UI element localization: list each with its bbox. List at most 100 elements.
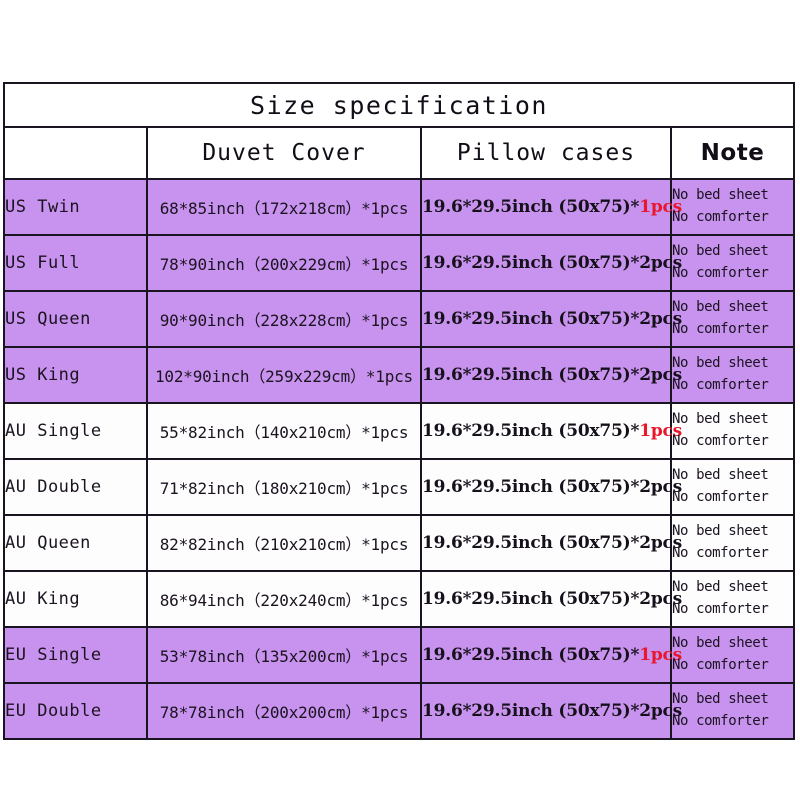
title-row: Size specification [3,82,795,128]
size-label: AU Queen [5,533,91,553]
cell-note: No bed sheet No comforter [670,570,795,628]
size-label: EU Single [5,645,102,665]
cell-size: AU King [3,570,148,628]
size-label: US Queen [5,309,91,329]
note-line: No bed sheet [672,523,769,540]
size-specification-table: Size specification Duvet Cover Pillow ca… [3,82,795,740]
table-row: US Queen 90*90inch（228x228cm）*1pcs 19.6*29… [3,290,795,348]
duvet-cover-spec: 102*90inch（259x229cm）*1pcs [155,367,413,386]
note-line: No bed sheet [672,635,769,652]
table-row: EU Single 53*78inch（135x200cm）*1pcs 19.6*2… [3,626,795,684]
pillow-case-dimensions: 19.6*29.5inch (50x75)* [422,253,640,273]
cell-duvet-cover: 102*90inch（259x229cm）*1pcs [146,346,422,404]
column-header-pillow-cases: Pillow cases [420,126,672,180]
table-row: US Full 78*90inch（200x229cm）*1pcs 19.6*29.… [3,234,795,292]
cell-pillow-cases: 19.6*29.5inch (50x75)*2pcs [420,458,682,516]
pillow-case-dimensions: 19.6*29.5inch (50x75)* [422,197,640,217]
cell-note: No bed sheet No comforter [670,514,795,572]
cell-duvet-cover: 55*82inch（140x210cm）*1pcs [146,402,422,460]
table-row: US Twin 68*85inch（172x218cm）*1pcs 19.6*29.… [3,178,795,236]
cell-size: EU Double [3,682,148,740]
size-label: EU Double [5,701,102,721]
cell-duvet-cover: 90*90inch（228x228cm）*1pcs [146,290,422,348]
note-line: No bed sheet [672,467,769,484]
cell-duvet-cover: 53*78inch（135x200cm）*1pcs [146,626,422,684]
cell-pillow-cases: 19.6*29.5inch (50x75)*2pcs [420,514,682,572]
cell-pillow-cases: 19.6*29.5inch (50x75)*2pcs [420,290,682,348]
note-line: No comforter [672,545,769,561]
cell-duvet-cover: 86*94inch（220x240cm）*1pcs [146,570,422,628]
cell-size: US Queen [3,290,148,348]
cell-size: AU Queen [3,514,148,572]
cell-note: No bed sheet No comforter [670,682,795,740]
note-line: No bed sheet [672,691,769,708]
cell-pillow-cases: 19.6*29.5inch (50x75)*1pcs [420,626,682,684]
note-line: No comforter [672,377,769,393]
table-row: AU Single 55*82inch（140x210cm）*1pcs 19.6*2… [3,402,795,460]
note-line: No comforter [672,265,769,281]
size-label: US Twin [5,197,81,217]
table-title-cell: Size specification [3,82,795,128]
pillow-case-spec: 19.6*29.5inch (50x75)*2pcs [422,533,682,553]
cell-pillow-cases: 19.6*29.5inch (50x75)*2pcs [420,234,682,292]
size-specification-panel: Size specification Duvet Cover Pillow ca… [3,82,795,740]
cell-duvet-cover: 71*82inch（180x210cm）*1pcs [146,458,422,516]
cell-duvet-cover: 68*85inch（172x218cm）*1pcs [146,178,422,236]
pillow-case-spec: 19.6*29.5inch (50x75)*2pcs [422,253,682,273]
duvet-cover-spec: 55*82inch（140x210cm）*1pcs [159,423,409,442]
pillow-case-dimensions: 19.6*29.5inch (50x75)* [422,533,640,553]
pillow-case-dimensions: 19.6*29.5inch (50x75)* [422,477,640,497]
note-line: No comforter [672,601,769,617]
size-label: AU Double [5,477,102,497]
duvet-cover-spec: 53*78inch（135x200cm）*1pcs [159,647,409,666]
pillow-case-spec: 19.6*29.5inch (50x75)*1pcs [422,197,682,217]
cell-duvet-cover: 78*90inch（200x229cm）*1pcs [146,234,422,292]
table-row: US King 102*90inch（259x229cm）*1pcs 19.6*29… [3,346,795,404]
pillow-case-spec: 19.6*29.5inch (50x75)*2pcs [422,365,682,385]
cell-size: US Twin [3,178,148,236]
note-line: No bed sheet [672,243,769,260]
note-line: No comforter [672,657,769,673]
note-line: No bed sheet [672,187,769,204]
cell-size: AU Double [3,458,148,516]
cell-note: No bed sheet No comforter [670,346,795,404]
cell-note: No bed sheet No comforter [670,234,795,292]
pillow-case-dimensions: 19.6*29.5inch (50x75)* [422,421,640,441]
column-header-duvet-cover: Duvet Cover [146,126,422,180]
note-line: No bed sheet [672,579,769,596]
table-row: AU Double 71*82inch（180x210cm）*1pcs 19.6*2… [3,458,795,516]
size-label: AU King [5,589,81,609]
cell-duvet-cover: 82*82inch（210x210cm）*1pcs [146,514,422,572]
cell-note: No bed sheet No comforter [670,402,795,460]
page-title: Size specification [250,90,548,120]
pillow-case-spec: 19.6*29.5inch (50x75)*2pcs [422,589,682,609]
duvet-cover-spec: 82*82inch（210x210cm）*1pcs [159,535,409,554]
note-line: No bed sheet [672,411,769,428]
column-header-size [3,126,148,180]
pillow-case-dimensions: 19.6*29.5inch (50x75)* [422,701,640,721]
note-line: No comforter [672,433,769,449]
pillow-case-spec: 19.6*29.5inch (50x75)*1pcs [422,421,682,441]
table-row: EU Double 78*78inch（200x200cm）*1pcs 19.6*2… [3,682,795,740]
pillow-case-spec: 19.6*29.5inch (50x75)*2pcs [422,309,682,329]
note-line: No comforter [672,209,769,225]
cell-duvet-cover: 78*78inch（200x200cm）*1pcs [146,682,422,740]
size-label: US Full [5,253,81,273]
column-header-note: Note [670,126,795,180]
cell-note: No bed sheet No comforter [670,458,795,516]
pillow-case-dimensions: 19.6*29.5inch (50x75)* [422,365,640,385]
size-label: AU Single [5,421,102,441]
duvet-cover-spec: 68*85inch（172x218cm）*1pcs [159,199,409,218]
pillow-case-spec: 19.6*29.5inch (50x75)*2pcs [422,701,682,721]
cell-note: No bed sheet No comforter [670,178,795,236]
cell-size: AU Single [3,402,148,460]
note-line: No bed sheet [672,355,769,372]
cell-note: No bed sheet No comforter [670,290,795,348]
cell-pillow-cases: 19.6*29.5inch (50x75)*2pcs [420,346,682,404]
duvet-cover-spec: 78*90inch（200x229cm）*1pcs [159,255,409,274]
cell-pillow-cases: 19.6*29.5inch (50x75)*2pcs [420,682,682,740]
duvet-cover-spec: 71*82inch（180x210cm）*1pcs [159,479,409,498]
pillow-case-spec: 19.6*29.5inch (50x75)*2pcs [422,477,682,497]
cell-pillow-cases: 19.6*29.5inch (50x75)*2pcs [420,570,682,628]
note-line: No comforter [672,321,769,337]
